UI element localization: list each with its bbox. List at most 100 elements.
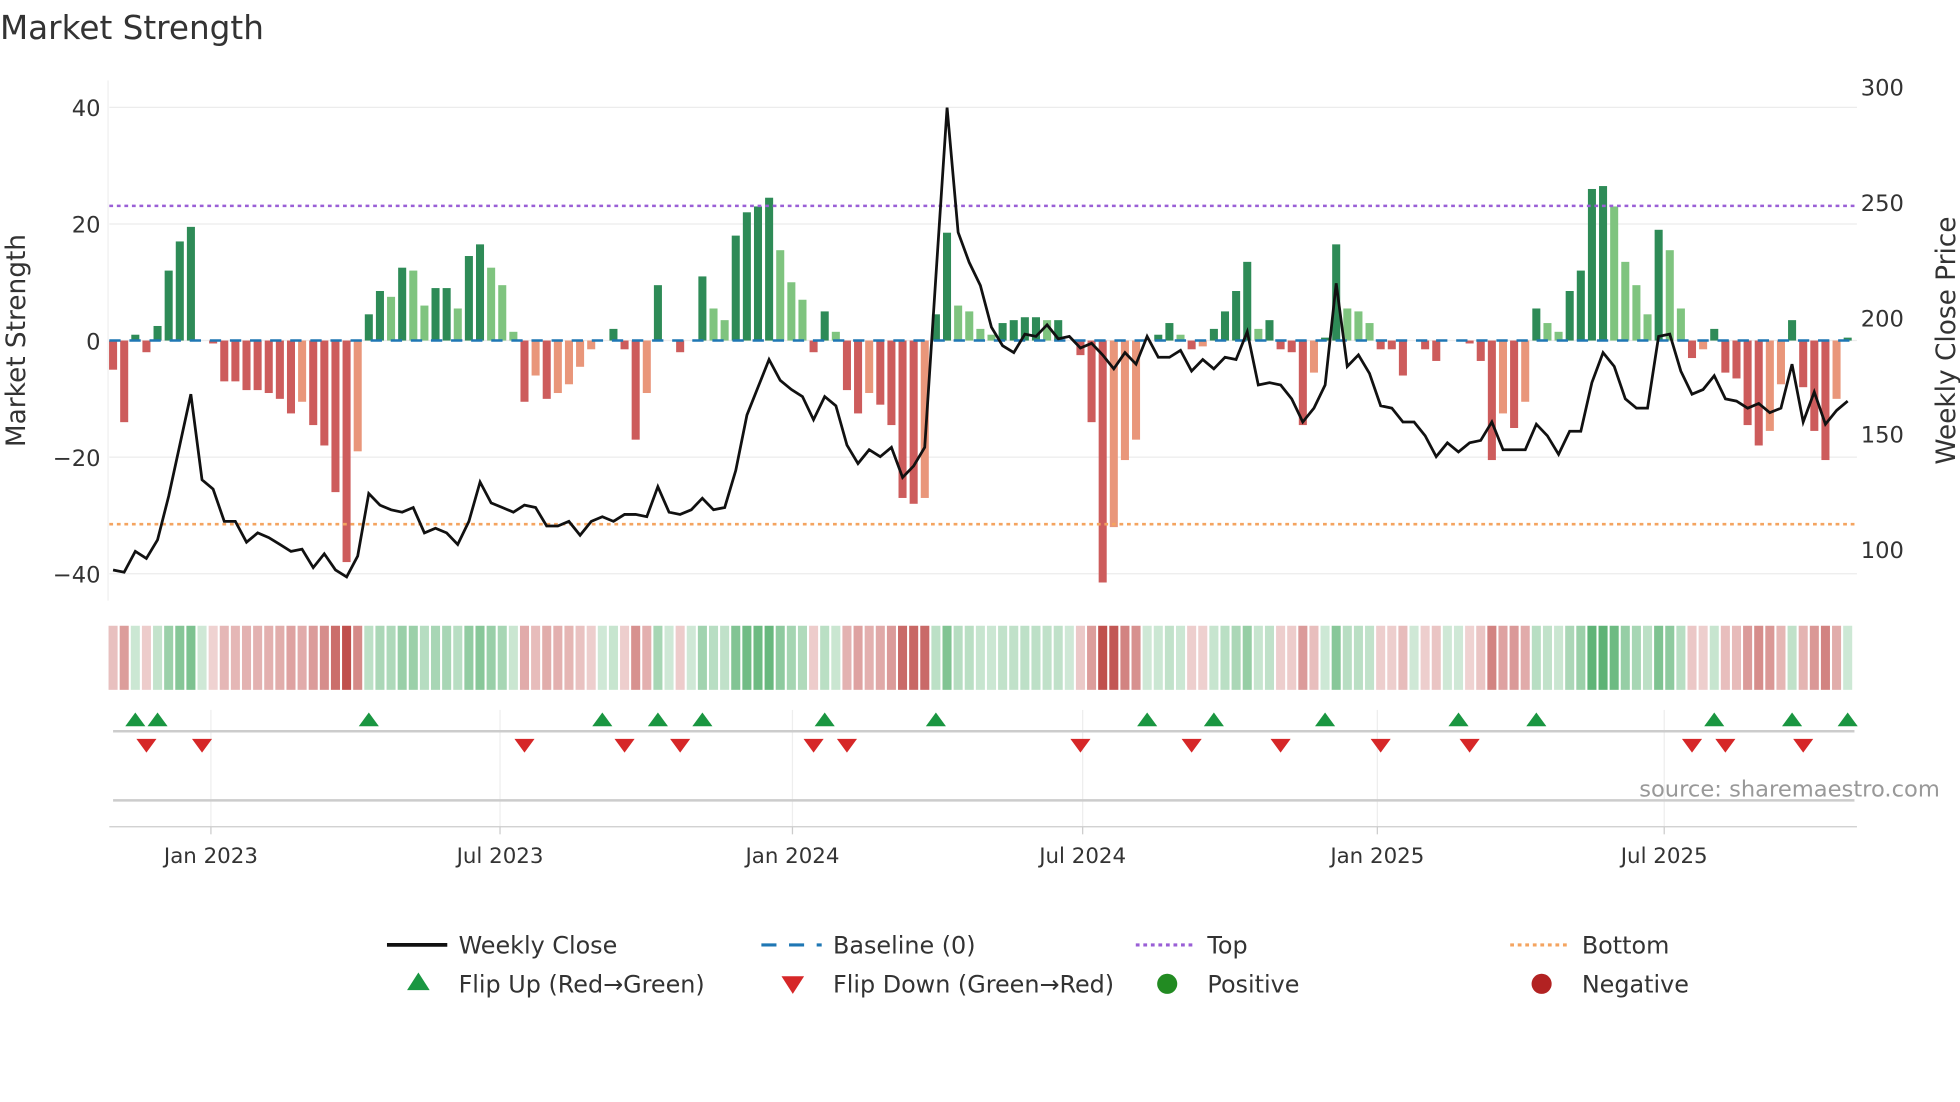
strength-bar — [420, 305, 429, 341]
heat-cell — [597, 625, 607, 690]
heat-cell — [453, 625, 463, 690]
strength-bar — [998, 323, 1007, 341]
heat-cell — [297, 625, 307, 690]
y-tick-label: −20 — [53, 446, 101, 472]
x-tick-label: Jul 2025 — [1619, 844, 1708, 869]
flip-up-marker — [692, 712, 713, 727]
heat-cell — [1743, 625, 1753, 690]
strength-bar — [387, 296, 396, 341]
flip-down-marker — [1459, 738, 1480, 753]
strength-bar — [1265, 320, 1274, 341]
heat-cell — [620, 625, 630, 690]
strength-bar — [876, 340, 885, 405]
heat-cell — [1509, 625, 1519, 690]
heat-cell — [853, 625, 863, 690]
strength-bar — [753, 206, 763, 341]
strength-bar — [798, 299, 807, 341]
heat-cell — [319, 625, 329, 690]
strength-bar — [487, 267, 496, 341]
strength-bar — [1298, 340, 1307, 426]
heat-cell — [720, 625, 730, 690]
heat-cell — [1342, 625, 1352, 690]
heat-cell — [330, 625, 340, 690]
heat-cell — [1242, 625, 1252, 690]
y2-axis-label: Weekly Close Price — [1932, 216, 1960, 464]
strength-bar — [1810, 340, 1819, 431]
heat-cell — [653, 625, 663, 690]
heat-cell — [1042, 625, 1052, 690]
strength-bar — [1699, 340, 1708, 350]
strength-bar — [1676, 308, 1685, 341]
strength-bar — [364, 314, 373, 341]
flip-down-marker — [1181, 738, 1202, 753]
strength-bar — [1565, 290, 1574, 341]
flip-up-marker — [1315, 712, 1336, 727]
heat-cell — [1487, 625, 1497, 690]
heat-cell — [208, 625, 218, 690]
heat-cell — [397, 625, 407, 690]
strength-bar — [231, 340, 240, 382]
flip-up-marker — [1448, 712, 1469, 727]
strength-bar — [1788, 320, 1797, 341]
heat-cell — [1631, 625, 1641, 690]
heat-cell — [809, 625, 819, 690]
strength-bar — [854, 340, 863, 414]
heat-cell — [1264, 625, 1274, 690]
strength-bar — [1287, 340, 1296, 353]
strength-bar — [1765, 340, 1774, 431]
strength-bar — [787, 282, 796, 341]
strength-bar — [820, 311, 829, 341]
strength-bar — [242, 340, 251, 391]
strength-bar — [887, 340, 896, 426]
heat-cell — [130, 625, 140, 690]
flip-up-marker — [1837, 712, 1858, 727]
strength-bar — [842, 340, 851, 391]
heat-cell — [1287, 625, 1297, 690]
strength-bar — [142, 340, 151, 353]
x-tick-label: Jan 2023 — [162, 844, 258, 869]
y-tick-label: 0 — [86, 329, 100, 355]
strength-bar — [1610, 206, 1619, 341]
flip-down-marker — [1370, 738, 1391, 753]
strength-bar — [1510, 340, 1519, 428]
strength-bar — [498, 285, 507, 341]
heat-cell — [1420, 625, 1430, 690]
flip-down-marker — [1793, 738, 1814, 753]
strength-bar — [1432, 340, 1441, 361]
strength-bar — [1232, 290, 1241, 341]
strength-bar — [1220, 311, 1230, 341]
heat-cell — [1176, 625, 1186, 690]
strength-bar — [1687, 340, 1697, 359]
heat-cell — [1676, 625, 1686, 690]
strength-bar — [564, 340, 573, 385]
heat-cell — [1098, 625, 1108, 690]
strength-bar — [1165, 323, 1174, 341]
strength-bar — [1576, 270, 1585, 341]
strength-bar — [976, 328, 985, 341]
heat-cell — [353, 625, 363, 690]
strength-bar — [1276, 340, 1285, 350]
strength-bar — [1554, 331, 1563, 341]
heat-cell — [519, 625, 530, 690]
x-tick-label: Jan 2025 — [1328, 844, 1424, 869]
heat-cell — [675, 625, 685, 690]
strength-bar — [342, 340, 351, 563]
strength-bar — [331, 340, 340, 493]
heat-cell — [797, 625, 807, 690]
heat-cell — [1298, 625, 1308, 690]
heat-cell — [1609, 625, 1619, 690]
strength-bar — [1643, 314, 1652, 341]
strength-bar — [965, 311, 974, 341]
y-tick-label: 20 — [72, 213, 101, 239]
heat-cell — [1353, 625, 1363, 690]
legend-label: Flip Down (Green→Red) — [833, 971, 1114, 999]
strength-bar — [1732, 340, 1741, 379]
legend-label: Positive — [1207, 971, 1299, 999]
heat-cell — [642, 625, 652, 690]
heat-cell — [708, 625, 719, 690]
heat-cell — [1409, 625, 1419, 690]
heat-cell — [1053, 625, 1063, 690]
strength-bar — [576, 340, 585, 367]
strength-bar — [642, 340, 651, 394]
strength-bar — [431, 288, 440, 341]
